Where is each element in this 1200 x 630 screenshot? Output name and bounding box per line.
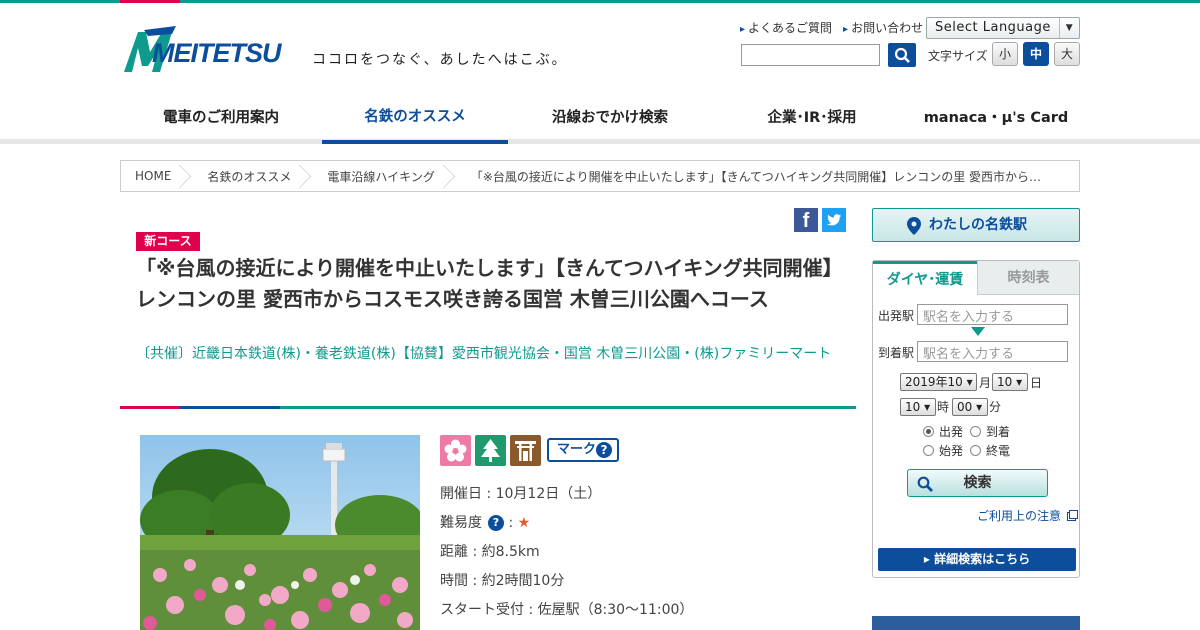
page-title: 「※台風の接近により開催を中止いたします」【きんてつハイキング共同開催】レンコン… xyxy=(136,256,833,311)
external-link-icon xyxy=(1066,510,1078,521)
slogan: ココロをつなぐ、あしたへはこぶ。 xyxy=(312,52,568,68)
fontsize-label: 文字サイズ xyxy=(928,49,988,63)
my-station-button[interactable]: わたしの名鉄駅 xyxy=(872,208,1080,242)
shrine-mark-icon xyxy=(510,435,541,466)
logo-wordmark: MEITETSU xyxy=(152,38,282,68)
month-unit: 月 xyxy=(979,376,992,390)
new-course-badge: 新コース xyxy=(136,232,200,251)
tab-fare[interactable]: ダイヤ･運賃 xyxy=(873,261,977,295)
distance: 距離 : 約8.5km xyxy=(440,544,540,560)
route-search-label: 検索 xyxy=(963,475,992,491)
difficulty-label: 難易度 xyxy=(440,515,482,531)
breadcrumb-current: 「※台風の接近により開催を中止いたします」【きんてつハイキング共同開催】レンコン… xyxy=(470,169,1042,184)
from-station-label: 出発駅 xyxy=(878,309,915,323)
my-station-label: わたしの名鉄駅 xyxy=(929,217,1027,233)
search-icon xyxy=(917,476,933,492)
difficulty-row: 難易度? : ★ xyxy=(440,515,531,531)
nav-train-guide[interactable]: 電車のご利用案内 xyxy=(120,90,322,142)
site-search-input[interactable] xyxy=(741,44,880,66)
twitter-share-icon[interactable] xyxy=(822,208,846,232)
from-station-input[interactable]: 駅名を入力する xyxy=(917,304,1068,325)
route-search-button[interactable]: 検索 xyxy=(907,469,1048,497)
nav-recommend[interactable]: 名鉄のオススメ xyxy=(322,90,508,144)
title-divider xyxy=(120,406,856,409)
faq-link[interactable]: よくあるご質問 xyxy=(740,19,832,36)
tab-timetable[interactable]: 時刻表 xyxy=(977,261,1079,295)
hour-select[interactable]: 10 ▾ xyxy=(900,398,936,416)
radio-last-train[interactable]: 終電 xyxy=(970,442,1010,459)
fontsize-small-button[interactable]: 小 xyxy=(992,42,1018,66)
fontsize-large-button[interactable]: 大 xyxy=(1054,42,1080,66)
tree-mark-icon xyxy=(475,435,506,466)
main-nav: 電車のご利用案内 名鉄のオススメ 沿線おでかけ検索 企業･IR･採用 manac… xyxy=(120,90,1080,144)
route-search-panel: ダイヤ･運賃 時刻表 出発駅 駅名を入力する 到着駅 駅名を入力する 2019年… xyxy=(872,260,1080,578)
minute-unit: 分 xyxy=(989,400,1002,414)
usage-notes-link[interactable]: ご利用上の注意 xyxy=(977,507,1078,524)
language-select[interactable]: Select Language ▼ xyxy=(926,17,1080,39)
top-links: よくあるご質問 お問い合わせ xyxy=(740,19,923,36)
course-marks xyxy=(440,435,541,466)
nav-outing-search[interactable]: 沿線おでかけ検索 xyxy=(508,90,712,142)
fontsize-medium-button[interactable]: 中 xyxy=(1023,42,1049,66)
help-icon: ? xyxy=(596,442,612,458)
start-reception: スタート受付 : 佐屋駅（8:30～11:00） xyxy=(440,602,694,618)
cosmos-park-photo xyxy=(140,435,420,630)
to-station-label: 到着駅 xyxy=(878,346,915,360)
radio-arrive[interactable]: 到着 xyxy=(970,423,1010,440)
radio-first-train[interactable]: 始発 xyxy=(923,442,963,459)
site-search-button[interactable] xyxy=(888,43,916,67)
sidebar-next-banner xyxy=(872,616,1080,630)
duration: 時間 : 約2時間10分 xyxy=(440,573,565,589)
year-month-select[interactable]: 2019年10 ▾ xyxy=(900,373,977,391)
hour-unit: 時 xyxy=(937,400,950,414)
detailed-search-button[interactable]: ▸ 詳細検索はこちら xyxy=(878,548,1076,571)
difficulty-help-icon[interactable]: ? xyxy=(488,515,504,531)
day-select[interactable]: 10 ▾ xyxy=(992,373,1028,391)
search-icon xyxy=(894,47,910,63)
top-accent-bar xyxy=(0,0,1200,3)
minute-select[interactable]: 00 ▾ xyxy=(952,398,988,416)
breadcrumb-hiking[interactable]: 電車沿線ハイキング xyxy=(305,161,448,191)
mark-legend-label: マーク xyxy=(557,442,597,457)
breadcrumb-home[interactable]: HOME xyxy=(121,161,185,191)
swap-arrow-icon xyxy=(971,327,985,336)
difficulty-star-icon: ★ xyxy=(517,515,531,531)
sponsor-text: 〔共催〕近畿日本鉄道(株)・養老鉄道(株)【協賛】愛西市観光協会・国営 木曽三川… xyxy=(136,346,832,362)
chevron-down-icon: ▼ xyxy=(1059,18,1079,38)
nav-corporate[interactable]: 企業･IR･採用 xyxy=(712,90,912,142)
radio-depart[interactable]: 出発 xyxy=(923,423,963,440)
breadcrumb: HOME 名鉄のオススメ 電車沿線ハイキング 「※台風の接近により開催を中止いた… xyxy=(120,160,1080,192)
contact-link[interactable]: お問い合わせ xyxy=(843,19,923,36)
breadcrumb-recommend[interactable]: 名鉄のオススメ xyxy=(185,161,305,191)
map-pin-icon xyxy=(907,217,921,235)
language-select-label: Select Language xyxy=(935,20,1051,35)
flower-mark-icon xyxy=(440,435,471,466)
nav-manaca[interactable]: manaca・μ's Card xyxy=(912,90,1080,142)
facebook-share-icon[interactable]: f xyxy=(794,208,818,232)
event-date: 開催日 : 10月12日（土） xyxy=(440,486,602,502)
to-station-input[interactable]: 駅名を入力する xyxy=(917,341,1068,362)
mark-legend-button[interactable]: マーク ? xyxy=(547,438,619,462)
day-unit: 日 xyxy=(1030,376,1043,390)
